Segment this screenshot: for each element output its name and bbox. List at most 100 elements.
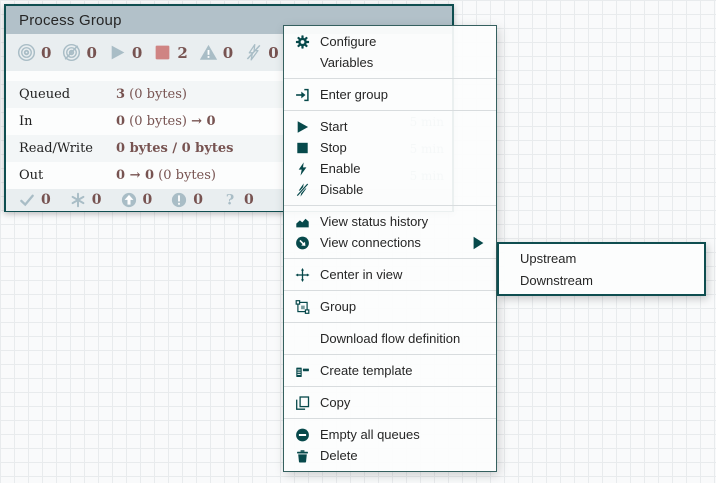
menu-group: Group xyxy=(284,290,496,322)
menu-group: Enter group xyxy=(284,78,496,110)
menu-item-enter-group[interactable]: Enter group xyxy=(284,84,496,105)
menu-group: View status history View connections xyxy=(284,205,496,258)
status-badge: ?0 xyxy=(222,192,254,208)
submenu-item-label: Upstream xyxy=(520,251,576,266)
menu-item-label: Create template xyxy=(320,363,413,378)
status-history-icon xyxy=(295,215,310,229)
submenu-item-label: Downstream xyxy=(520,273,593,288)
stopped-icon xyxy=(153,43,172,62)
menu-item-label: View status history xyxy=(320,214,428,229)
stat-label: Read/Write xyxy=(19,141,116,156)
menu-item-label: Stop xyxy=(320,140,347,155)
status-badge: 0 xyxy=(19,192,51,208)
up-to-date-icon xyxy=(19,192,35,208)
empty-queues-icon xyxy=(295,428,310,442)
menu-group: Center in view xyxy=(284,258,496,290)
submenu-item-downstream[interactable]: Downstream xyxy=(499,269,704,291)
stat-label: Out xyxy=(19,168,116,183)
menu-item-enable[interactable]: Enable xyxy=(284,158,496,179)
start-icon xyxy=(295,120,310,134)
menu-item-start[interactable]: Start xyxy=(284,116,496,137)
icon-spacer xyxy=(295,332,310,346)
transmitting-icon xyxy=(17,43,36,62)
disabled-icon xyxy=(244,43,263,62)
menu-item-center-in-view[interactable]: Center in view xyxy=(284,264,496,285)
center-view-icon xyxy=(295,268,310,282)
menu-item-label: Copy xyxy=(320,395,350,410)
menu-item-label: Delete xyxy=(320,448,358,463)
menu-item-label: Group xyxy=(320,299,356,314)
status-badge: 0 xyxy=(199,43,233,62)
menu-item-disable[interactable]: Disable xyxy=(284,179,496,200)
menu-item-configure[interactable]: Configure xyxy=(284,31,496,52)
badge-count: 0 xyxy=(268,44,278,62)
menu-group: Download flow definition xyxy=(284,322,496,354)
status-badge: 0 xyxy=(70,192,102,208)
invalid-icon xyxy=(199,43,218,62)
status-badge: 0 xyxy=(17,43,51,62)
menu-item-label: View connections xyxy=(320,235,421,250)
menu-item-view-status-history[interactable]: View status history xyxy=(284,211,496,232)
menu-item-create-template[interactable]: Create template xyxy=(284,360,496,381)
menu-item-label: Configure xyxy=(320,34,376,49)
badge-count: 0 xyxy=(92,192,102,208)
status-badge: 0 xyxy=(108,43,142,62)
menu-item-label: Disable xyxy=(320,182,363,197)
badge-count: 0 xyxy=(41,192,51,208)
running-icon xyxy=(108,43,127,62)
menu-item-view-connections[interactable]: View connections xyxy=(284,232,496,253)
svg-text:?: ? xyxy=(226,192,234,208)
menu-item-label: Empty all queues xyxy=(320,427,420,442)
menu-item-variables[interactable]: Variables xyxy=(284,52,496,73)
status-badge: 0 xyxy=(244,43,278,62)
menu-item-stop[interactable]: Stop xyxy=(284,137,496,158)
stat-label: Queued xyxy=(19,87,116,102)
menu-item-label: Enter group xyxy=(320,87,388,102)
menu-item-delete[interactable]: Delete xyxy=(284,445,496,466)
menu-group: Configure Variables xyxy=(284,26,496,78)
copy-icon xyxy=(295,396,310,410)
locally-modified-icon xyxy=(70,192,86,208)
stat-label: In xyxy=(19,114,116,129)
disable-icon xyxy=(295,183,310,197)
status-badge: 0 xyxy=(62,43,96,62)
status-badge: 0 xyxy=(121,192,153,208)
badge-count: 2 xyxy=(177,44,187,62)
menu-item-label: Enable xyxy=(320,161,360,176)
status-badge: 0 xyxy=(171,192,203,208)
locally-modified-stale-icon xyxy=(171,192,187,208)
badge-count: 0 xyxy=(86,44,96,62)
context-menu: Configure Variables Enter group Start Stop En… xyxy=(283,25,497,472)
badge-count: 0 xyxy=(193,192,203,208)
group-icon xyxy=(295,300,310,314)
status-badge: 2 xyxy=(153,43,187,62)
view-connections-submenu: Upstream Downstream xyxy=(497,242,706,296)
enable-icon xyxy=(295,162,310,176)
menu-group: Create template xyxy=(284,354,496,386)
submenu-arrow-icon xyxy=(471,236,486,250)
menu-group: Copy xyxy=(284,386,496,418)
view-connections-icon xyxy=(295,236,310,250)
badge-count: 0 xyxy=(223,44,233,62)
enter-group-icon xyxy=(295,88,310,102)
menu-item-download-flow-definition[interactable]: Download flow definition xyxy=(284,328,496,349)
badge-count: 0 xyxy=(244,192,254,208)
stale-icon xyxy=(121,192,137,208)
gear-icon xyxy=(295,35,310,49)
menu-item-label: Download flow definition xyxy=(320,331,460,346)
badge-count: 0 xyxy=(143,192,153,208)
menu-item-copy[interactable]: Copy xyxy=(284,392,496,413)
menu-item-group[interactable]: Group xyxy=(284,296,496,317)
not-transmitting-icon xyxy=(62,43,81,62)
menu-group: Empty all queues Delete xyxy=(284,418,496,471)
menu-item-empty-all-queues[interactable]: Empty all queues xyxy=(284,424,496,445)
sync-failure-icon: ? xyxy=(222,192,238,208)
stop-icon xyxy=(295,141,310,155)
delete-icon xyxy=(295,449,310,463)
submenu-item-upstream[interactable]: Upstream xyxy=(499,247,704,269)
menu-item-label: Start xyxy=(320,119,347,134)
process-group-title: Process Group xyxy=(19,12,122,29)
badge-count: 0 xyxy=(132,44,142,62)
flow-canvas[interactable]: Process Group 000200 Queued3 (0 bytes)In… xyxy=(0,0,716,483)
icon-spacer xyxy=(295,56,310,70)
